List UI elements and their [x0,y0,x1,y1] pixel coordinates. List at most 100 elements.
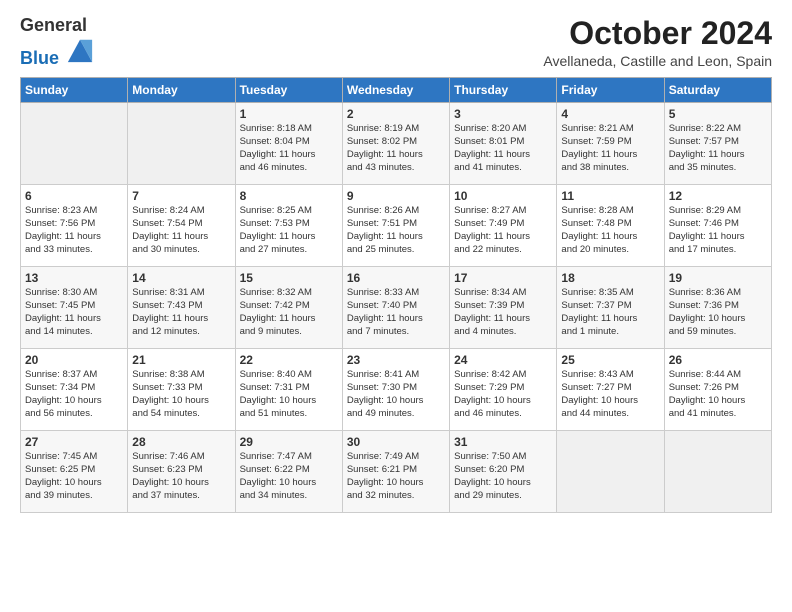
day-number: 5 [669,107,767,121]
calendar-cell: 18Sunrise: 8:35 AM Sunset: 7:37 PM Dayli… [557,267,664,349]
day-number: 31 [454,435,552,449]
calendar-cell: 1Sunrise: 8:18 AM Sunset: 8:04 PM Daylig… [235,103,342,185]
day-number: 24 [454,353,552,367]
day-number: 14 [132,271,230,285]
day-number: 7 [132,189,230,203]
calendar-cell: 17Sunrise: 8:34 AM Sunset: 7:39 PM Dayli… [450,267,557,349]
day-number: 1 [240,107,338,121]
calendar-week-2: 6 Sunrise: 8:23 AM Sunset: 7:56 PM Daylig… [21,185,772,267]
calendar-cell: 23Sunrise: 8:41 AM Sunset: 7:30 PM Dayli… [342,349,449,431]
day-detail: Sunrise: 8:40 AM Sunset: 7:31 PM Dayligh… [240,369,338,420]
calendar-cell: 15 Sunrise: 8:32 AM Sunset: 7:42 PM Dayli… [235,267,342,349]
calendar-week-4: 20 Sunrise: 8:37 AM Sunset: 7:34 PM Dayli… [21,349,772,431]
day-detail: Sunrise: 8:24 AM Sunset: 7:54 PM Dayligh… [132,205,230,256]
calendar-cell: 7 Sunrise: 8:24 AM Sunset: 7:54 PM Daylig… [128,185,235,267]
day-detail: Sunrise: 8:23 AM Sunset: 7:56 PM Dayligh… [25,205,123,256]
calendar-cell [128,103,235,185]
calendar-header-row: Sunday Monday Tuesday Wednesday Thursday… [21,78,772,103]
calendar-week-5: 27 Sunrise: 7:45 AM Sunset: 6:25 PM Dayli… [21,431,772,513]
page: General Blue October 2024 Avellaneda, Ca… [0,0,792,612]
calendar-cell: 12Sunrise: 8:29 AM Sunset: 7:46 PM Dayli… [664,185,771,267]
title-block: October 2024 Avellaneda, Castille and Le… [543,16,772,69]
logo-icon [66,36,94,64]
calendar-cell [664,431,771,513]
calendar-cell: 9Sunrise: 8:26 AM Sunset: 7:51 PM Daylig… [342,185,449,267]
col-tuesday: Tuesday [235,78,342,103]
calendar-cell: 2 Sunrise: 8:19 AM Sunset: 8:02 PM Daylig… [342,103,449,185]
day-detail: Sunrise: 8:32 AM Sunset: 7:42 PM Dayligh… [240,287,338,338]
day-number: 19 [669,271,767,285]
day-detail: Sunrise: 8:44 AM Sunset: 7:26 PM Dayligh… [669,369,767,420]
day-detail: Sunrise: 7:47 AM Sunset: 6:22 PM Dayligh… [240,451,338,502]
col-thursday: Thursday [450,78,557,103]
day-number: 6 [25,189,123,203]
day-number: 10 [454,189,552,203]
calendar-cell: 16Sunrise: 8:33 AM Sunset: 7:40 PM Dayli… [342,267,449,349]
day-detail: Sunrise: 8:25 AM Sunset: 7:53 PM Dayligh… [240,205,338,256]
calendar-cell: 14 Sunrise: 8:31 AM Sunset: 7:43 PM Dayli… [128,267,235,349]
day-detail: Sunrise: 8:21 AM Sunset: 7:59 PM Dayligh… [561,123,659,174]
calendar-cell: 26 Sunrise: 8:44 AM Sunset: 7:26 PM Dayli… [664,349,771,431]
day-detail: Sunrise: 8:29 AM Sunset: 7:46 PM Dayligh… [669,205,767,256]
location-subtitle: Avellaneda, Castille and Leon, Spain [543,53,772,69]
day-detail: Sunrise: 8:33 AM Sunset: 7:40 PM Dayligh… [347,287,445,338]
calendar-cell: 29 Sunrise: 7:47 AM Sunset: 6:22 PM Dayli… [235,431,342,513]
day-detail: Sunrise: 7:50 AM Sunset: 6:20 PM Dayligh… [454,451,552,502]
calendar-cell: 11 Sunrise: 8:28 AM Sunset: 7:48 PM Dayli… [557,185,664,267]
day-number: 25 [561,353,659,367]
day-detail: Sunrise: 8:19 AM Sunset: 8:02 PM Dayligh… [347,123,445,174]
calendar-cell: 22 Sunrise: 8:40 AM Sunset: 7:31 PM Dayli… [235,349,342,431]
day-number: 29 [240,435,338,449]
day-detail: Sunrise: 7:46 AM Sunset: 6:23 PM Dayligh… [132,451,230,502]
day-number: 20 [25,353,123,367]
day-detail: Sunrise: 8:43 AM Sunset: 7:27 PM Dayligh… [561,369,659,420]
day-detail: Sunrise: 8:37 AM Sunset: 7:34 PM Dayligh… [25,369,123,420]
col-monday: Monday [128,78,235,103]
day-detail: Sunrise: 8:30 AM Sunset: 7:45 PM Dayligh… [25,287,123,338]
day-number: 11 [561,189,659,203]
day-number: 30 [347,435,445,449]
logo: General Blue [20,16,94,69]
day-number: 21 [132,353,230,367]
calendar-cell: 5 Sunrise: 8:22 AM Sunset: 7:57 PM Daylig… [664,103,771,185]
calendar-cell: 27 Sunrise: 7:45 AM Sunset: 6:25 PM Dayli… [21,431,128,513]
col-saturday: Saturday [664,78,771,103]
day-detail: Sunrise: 7:49 AM Sunset: 6:21 PM Dayligh… [347,451,445,502]
day-detail: Sunrise: 8:36 AM Sunset: 7:36 PM Dayligh… [669,287,767,338]
day-number: 26 [669,353,767,367]
day-number: 3 [454,107,552,121]
header: General Blue October 2024 Avellaneda, Ca… [20,16,772,69]
day-number: 27 [25,435,123,449]
day-detail: Sunrise: 8:20 AM Sunset: 8:01 PM Dayligh… [454,123,552,174]
day-detail: Sunrise: 8:28 AM Sunset: 7:48 PM Dayligh… [561,205,659,256]
day-detail: Sunrise: 8:35 AM Sunset: 7:37 PM Dayligh… [561,287,659,338]
calendar-cell: 28 Sunrise: 7:46 AM Sunset: 6:23 PM Dayli… [128,431,235,513]
day-number: 28 [132,435,230,449]
calendar-cell: 25 Sunrise: 8:43 AM Sunset: 7:27 PM Dayli… [557,349,664,431]
day-number: 15 [240,271,338,285]
day-number: 13 [25,271,123,285]
day-detail: Sunrise: 8:42 AM Sunset: 7:29 PM Dayligh… [454,369,552,420]
day-detail: Sunrise: 8:22 AM Sunset: 7:57 PM Dayligh… [669,123,767,174]
day-number: 17 [454,271,552,285]
calendar-cell: 24 Sunrise: 8:42 AM Sunset: 7:29 PM Dayli… [450,349,557,431]
calendar-table: Sunday Monday Tuesday Wednesday Thursday… [20,77,772,513]
day-number: 2 [347,107,445,121]
day-number: 9 [347,189,445,203]
calendar-cell: 19 Sunrise: 8:36 AM Sunset: 7:36 PM Dayli… [664,267,771,349]
calendar-cell [21,103,128,185]
day-detail: Sunrise: 7:45 AM Sunset: 6:25 PM Dayligh… [25,451,123,502]
calendar-cell: 3 Sunrise: 8:20 AM Sunset: 8:01 PM Daylig… [450,103,557,185]
day-detail: Sunrise: 8:41 AM Sunset: 7:30 PM Dayligh… [347,369,445,420]
day-number: 22 [240,353,338,367]
day-detail: Sunrise: 8:31 AM Sunset: 7:43 PM Dayligh… [132,287,230,338]
calendar-cell: 13 Sunrise: 8:30 AM Sunset: 7:45 PM Dayli… [21,267,128,349]
calendar-week-3: 13 Sunrise: 8:30 AM Sunset: 7:45 PM Dayli… [21,267,772,349]
col-friday: Friday [557,78,664,103]
calendar-cell: 8Sunrise: 8:25 AM Sunset: 7:53 PM Daylig… [235,185,342,267]
day-detail: Sunrise: 8:38 AM Sunset: 7:33 PM Dayligh… [132,369,230,420]
calendar-cell: 31 Sunrise: 7:50 AM Sunset: 6:20 PM Dayli… [450,431,557,513]
calendar-cell [557,431,664,513]
month-title: October 2024 [543,16,772,51]
day-detail: Sunrise: 8:27 AM Sunset: 7:49 PM Dayligh… [454,205,552,256]
